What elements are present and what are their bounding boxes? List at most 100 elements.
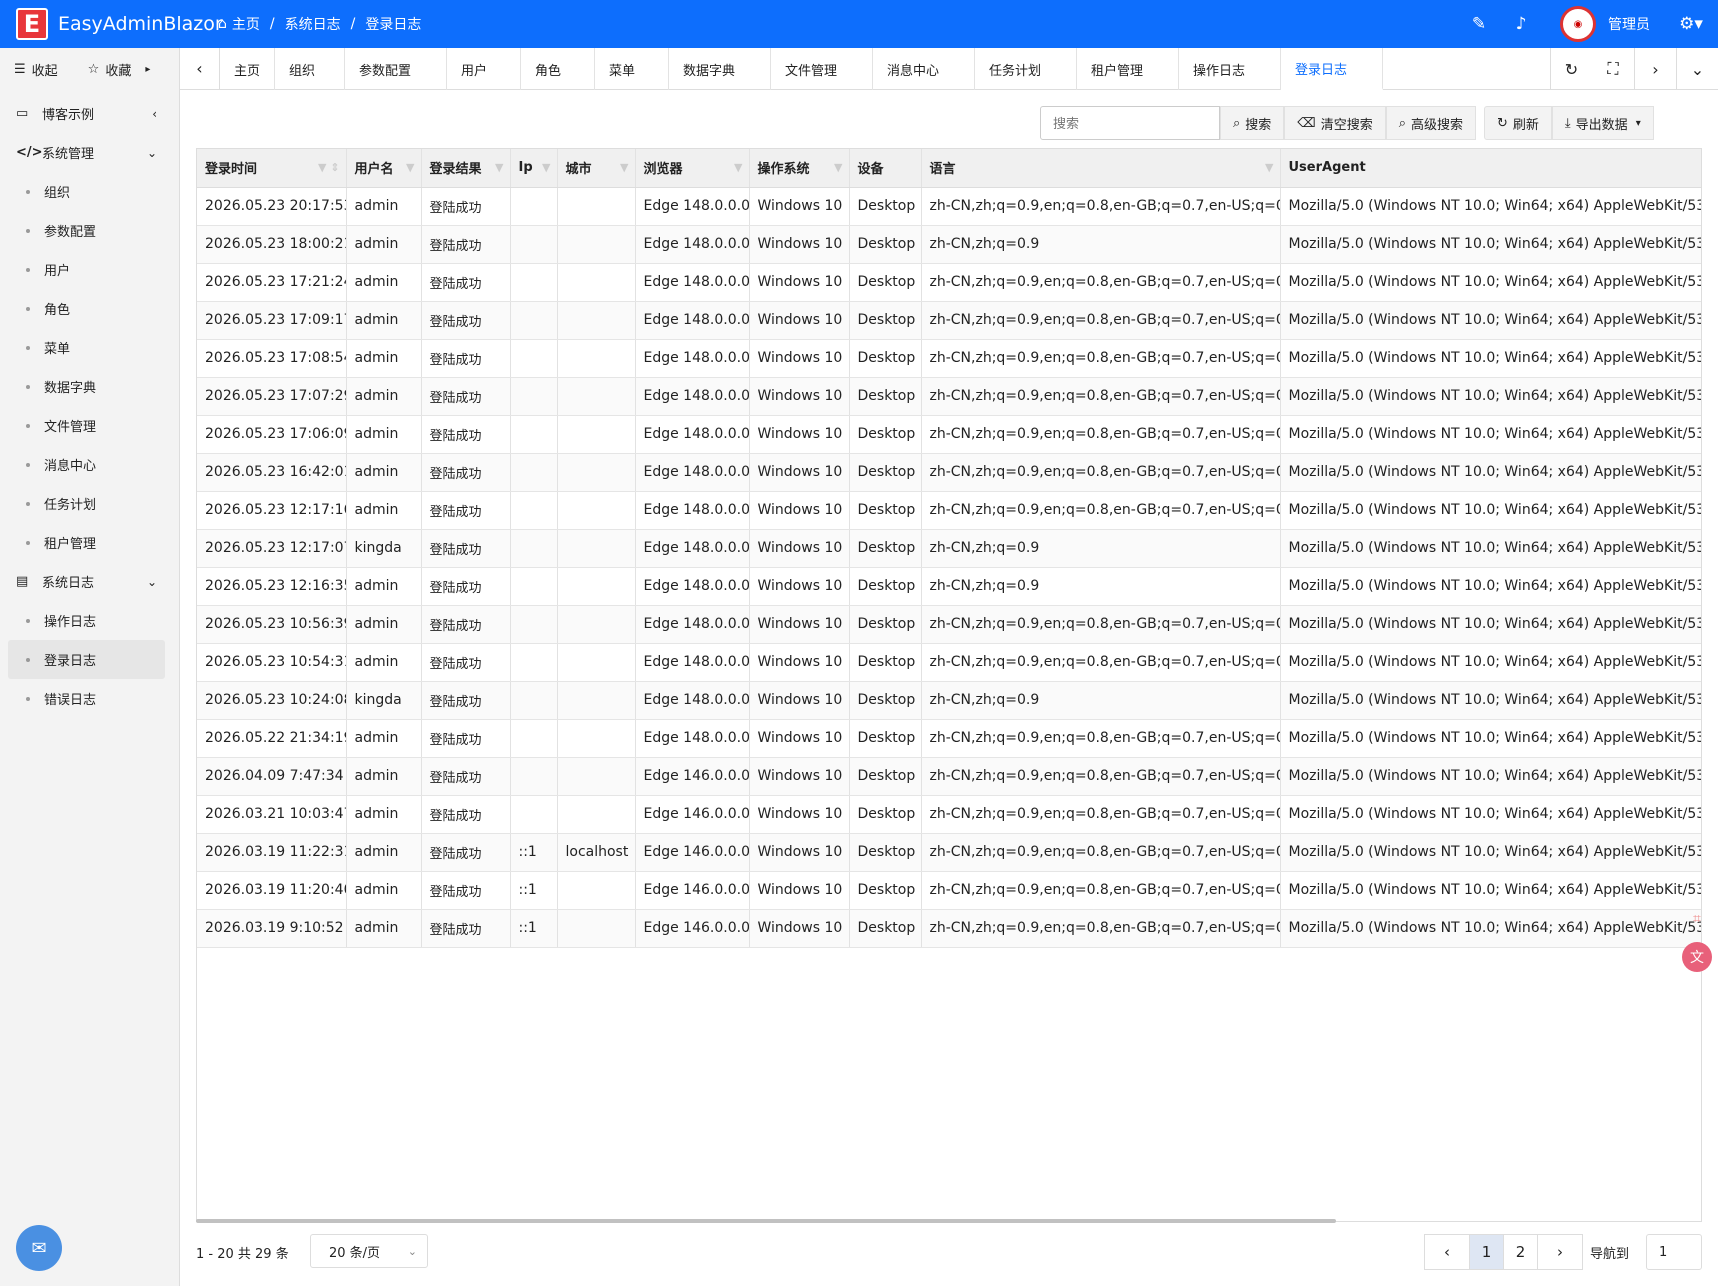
filter-icon[interactable]: ▼ — [406, 161, 414, 174]
sidebar-item-params[interactable]: 参数配置 — [0, 211, 179, 250]
sidebar-item-tenants[interactable]: 租户管理 — [0, 523, 179, 562]
chevron-down-icon[interactable]: ⌄ — [1676, 48, 1718, 90]
table-row[interactable]: 2026.05.23 20:17:53 admin 登陆成功 Edge 148.0.0… — [197, 187, 1701, 226]
translate-icon[interactable]: 文 — [1682, 942, 1712, 972]
col-header-browser[interactable]: 浏览器 ▼ — [635, 149, 750, 188]
tab-params[interactable]: 参数配置 — [345, 48, 448, 90]
sidebar-group-blog[interactable]: ▭ 博客示例 ‹ — [0, 94, 179, 133]
breadcrumb-system-log[interactable]: 系统日志 — [285, 14, 341, 34]
favorite-button[interactable]: ☆ 收藏 ▸ — [58, 60, 151, 79]
gear-icon[interactable]: ⚙▾ — [1670, 14, 1712, 34]
brush-icon[interactable]: ✎ — [1458, 14, 1500, 34]
tab-dict[interactable]: 数据字典 — [669, 48, 772, 90]
col-header-ip[interactable]: Ip ▼ — [510, 149, 558, 188]
page-size-select[interactable]: 20 条/页 ⌄ — [310, 1234, 428, 1268]
tab-org[interactable]: 组织 — [275, 48, 346, 90]
table-row[interactable]: 2026.05.22 21:34:19 admin 登陆成功 Edge 148.0.0… — [197, 719, 1701, 758]
table-row[interactable]: 2026.05.23 17:07:29 admin 登陆成功 Edge 148.0.0… — [197, 377, 1701, 416]
sidebar-item-oplog[interactable]: 操作日志 — [0, 601, 179, 640]
sidebar-item-users[interactable]: 用户 — [0, 250, 179, 289]
table-row[interactable]: 2026.03.19 11:20:40 admin 登陆成功::1 Edge 146.… — [197, 871, 1701, 910]
table-row[interactable]: 2026.05.23 17:08:54 admin 登陆成功 Edge 148.0.0… — [197, 339, 1701, 378]
search-input[interactable] — [1040, 106, 1220, 140]
tab-files[interactable]: 文件管理 — [771, 48, 874, 90]
app-logo[interactable]: E — [16, 8, 48, 40]
table-row[interactable]: 2026.05.23 12:16:35 admin 登陆成功 Edge 148.0.0… — [197, 567, 1701, 606]
horizontal-scrollbar[interactable] — [196, 1219, 1336, 1223]
prev-page-button[interactable]: ‹ — [1424, 1234, 1470, 1270]
filter-icon[interactable]: ▼ — [620, 161, 628, 174]
table-row[interactable]: 2026.05.23 17:06:09 admin 登陆成功 Edge 148.0.0… — [197, 415, 1701, 454]
tab-tenants[interactable]: 租户管理 — [1077, 48, 1180, 90]
filter-icon[interactable]: ▼ — [734, 161, 742, 174]
tab-scroll-right-button[interactable]: › — [1634, 48, 1676, 90]
tab-oplog[interactable]: 操作日志 — [1179, 48, 1282, 90]
tab-menus[interactable]: 菜单 — [595, 48, 670, 90]
sidebar-group-logs[interactable]: ▤ 系统日志 ⌄ — [0, 562, 179, 601]
col-header-username[interactable]: 用户名 ▼ — [346, 149, 422, 188]
table-row[interactable]: 2026.05.23 18:00:21 admin 登陆成功 Edge 148.0.0… — [197, 225, 1701, 264]
table-row[interactable]: 2026.03.19 11:22:31 admin 登陆成功::1 localhost… — [197, 833, 1701, 872]
sidebar-group-system[interactable]: </> 系统管理 ⌄ — [0, 133, 179, 172]
sidebar-item-files[interactable]: 文件管理 — [0, 406, 179, 445]
filter-sort-icon[interactable]: ▼ ⇕ — [318, 161, 340, 174]
advanced-search-button[interactable]: ⌕ 高级搜索 — [1385, 106, 1476, 140]
col-header-login-time[interactable]: 登录时间 ▼ ⇕ — [197, 149, 347, 188]
next-page-button[interactable]: › — [1537, 1234, 1583, 1270]
sidebar-item-errorlog[interactable]: 错误日志 — [0, 679, 179, 718]
fullscreen-icon[interactable]: ⛶ — [1592, 48, 1634, 90]
avatar[interactable]: ◉ — [1560, 6, 1596, 42]
table-row[interactable]: 2026.05.23 17:21:24 admin 登陆成功 Edge 148.0.0… — [197, 263, 1701, 302]
col-header-useragent[interactable]: UserAgent — [1280, 149, 1701, 188]
user-name[interactable]: 管理员 — [1608, 14, 1650, 34]
table-row[interactable]: 2026.05.23 10:24:08 kingda 登陆成功 Edge 148.0.… — [197, 681, 1701, 720]
collapse-button[interactable]: ☰ 收起 — [0, 60, 58, 79]
table-row[interactable]: 2026.05.23 12:17:07 kingda 登陆成功 Edge 148.0.… — [197, 529, 1701, 568]
grid-tool-icon[interactable]: ⌗ — [1682, 904, 1712, 934]
bell-icon[interactable]: ♪ — [1500, 14, 1542, 34]
tab-users[interactable]: 用户 — [447, 48, 522, 90]
table-row[interactable]: 2026.03.21 10:03:47 admin 登陆成功 Edge 146.0.0… — [197, 795, 1701, 834]
tab-roles[interactable]: 角色 — [521, 48, 596, 90]
clear-search-button[interactable]: ⌫ 清空搜索 — [1284, 106, 1386, 140]
filter-icon[interactable]: ▼ — [834, 161, 842, 174]
export-button[interactable]: ⤓ 导出数据 ▾ — [1551, 106, 1654, 140]
page-button-2[interactable]: 2 — [1503, 1234, 1538, 1270]
col-header-os[interactable]: 操作系统 ▼ — [749, 149, 850, 188]
table-row[interactable]: 2026.05.23 10:54:31 admin 登陆成功 Edge 148.0.0… — [197, 643, 1701, 682]
filter-icon[interactable]: ▼ — [495, 161, 503, 174]
sidebar-item-menus[interactable]: 菜单 — [0, 328, 179, 367]
filter-icon[interactable]: ▼ — [542, 161, 550, 174]
search-button[interactable]: ⌕ 搜索 — [1220, 106, 1285, 140]
col-header-language[interactable]: 语言 ▼ — [921, 149, 1281, 188]
sidebar-item-roles[interactable]: 角色 — [0, 289, 179, 328]
filter-icon[interactable]: ▼ — [1265, 161, 1273, 174]
sidebar-item-messages[interactable]: 消息中心 — [0, 445, 179, 484]
col-header-result[interactable]: 登录结果 ▼ — [421, 149, 511, 188]
sidebar-item-dict[interactable]: 数据字典 — [0, 367, 179, 406]
page-button-1[interactable]: 1 — [1469, 1234, 1504, 1270]
table-row[interactable]: 2026.05.23 12:17:16 admin 登陆成功 Edge 148.0.0… — [197, 491, 1701, 530]
table-row[interactable]: 2026.05.23 10:56:39 admin 登陆成功 Edge 148.0.0… — [197, 605, 1701, 644]
tab-tasks[interactable]: 任务计划 — [975, 48, 1078, 90]
tab-scroll-left-button[interactable]: ‹ — [180, 48, 220, 89]
sidebar-item-org[interactable]: 组织 — [0, 172, 179, 211]
tab-home[interactable]: 主页 — [220, 48, 276, 90]
app-title[interactable]: EasyAdminBlazor — [58, 13, 223, 35]
sidebar-item-tasks[interactable]: 任务计划 — [0, 484, 179, 523]
col-header-device[interactable]: 设备 — [849, 149, 922, 188]
tab-messages[interactable]: 消息中心 — [873, 48, 976, 90]
sidebar-item-loginlog[interactable]: 登录日志 — [8, 640, 165, 679]
goto-page-input[interactable]: 1 — [1646, 1234, 1702, 1270]
breadcrumb-home[interactable]: 主页 — [232, 14, 260, 34]
table-row[interactable]: 2026.05.23 17:09:17 admin 登陆成功 Edge 148.0.0… — [197, 301, 1701, 340]
table-row[interactable]: 2026.04.09 7:47:34 admin 登陆成功 Edge 146.0.0.… — [197, 757, 1701, 796]
col-header-city[interactable]: 城市 ▼ — [557, 149, 636, 188]
tab-loginlog[interactable]: 登录日志 — [1281, 48, 1384, 90]
table-row[interactable]: 2026.03.19 9:10:52 admin 登陆成功::1 Edge 146.0… — [197, 909, 1701, 948]
refresh-tab-icon[interactable]: ↻ — [1550, 48, 1592, 90]
chat-fab-button[interactable]: ✉ — [16, 1225, 62, 1271]
cell-result: 登陆成功 — [421, 415, 511, 454]
refresh-button[interactable]: ↻ 刷新 — [1484, 106, 1552, 140]
table-row[interactable]: 2026.05.23 16:42:01 admin 登陆成功 Edge 148.0.0… — [197, 453, 1701, 492]
